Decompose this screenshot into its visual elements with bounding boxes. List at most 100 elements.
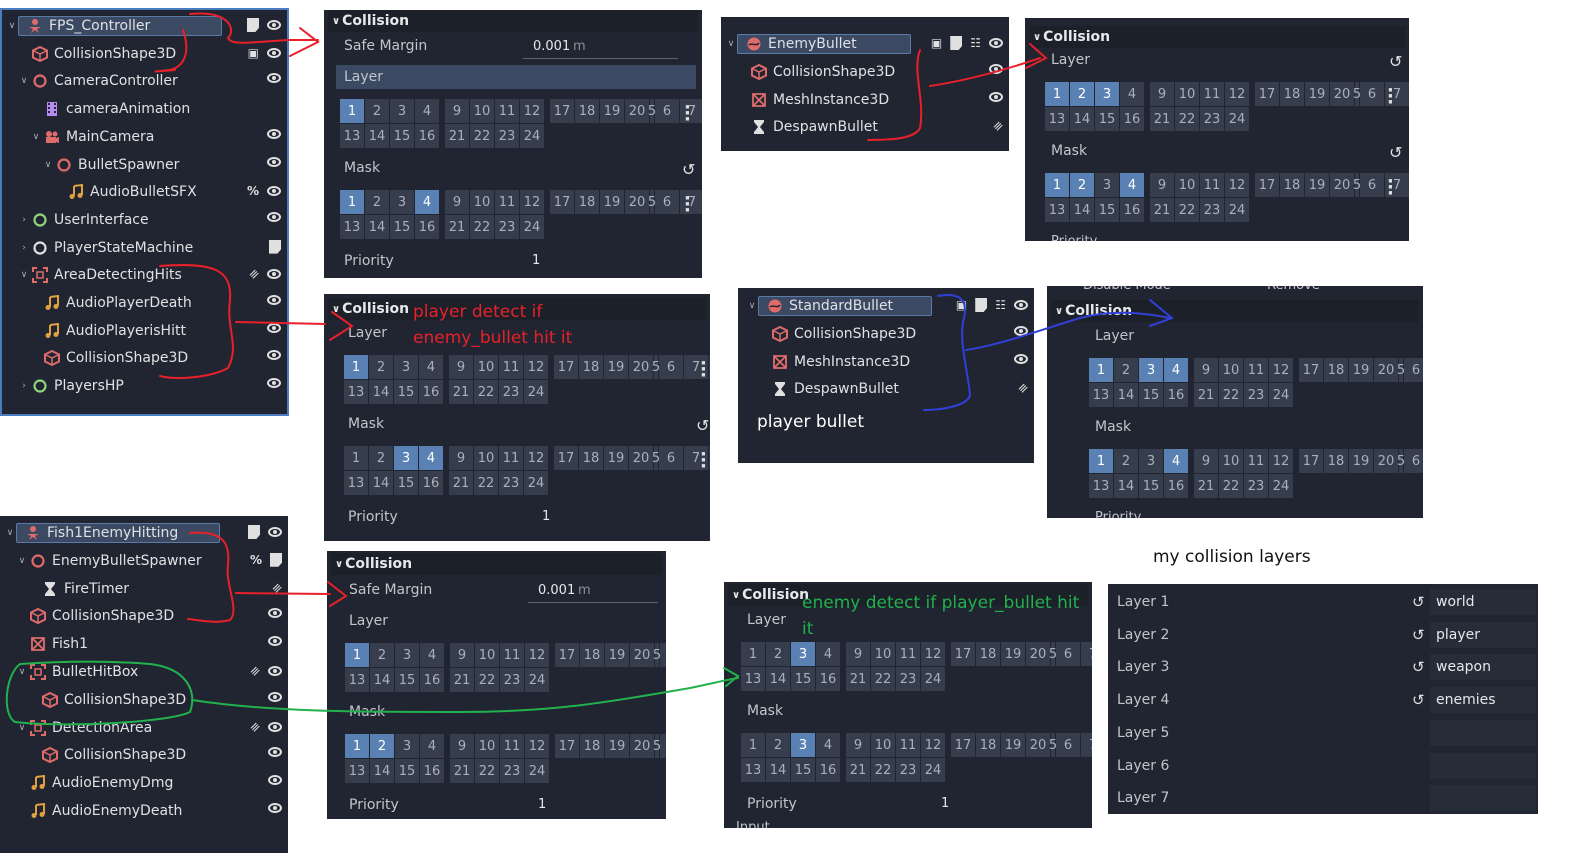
layer-bit-4[interactable]: 4 (1164, 358, 1188, 382)
layer-bit-2[interactable]: 2 (370, 643, 394, 667)
layer-bit-3[interactable]: 3 (394, 355, 418, 379)
pin-icon[interactable]: ▣ (248, 46, 259, 60)
layer-bit-10[interactable]: 10 (470, 190, 494, 214)
more-options-icon[interactable]: · · · (700, 355, 707, 385)
layer-bit-15[interactable]: 15 (791, 667, 815, 691)
collision-section-header[interactable]: ∨ Collision (1029, 26, 1405, 48)
collapse-arrow-icon[interactable]: ∨ (335, 559, 343, 570)
layer-bit-4[interactable]: 4 (1164, 449, 1188, 473)
layer-bit-15[interactable]: 15 (791, 758, 815, 782)
layer-bit-9[interactable]: 9 (1150, 173, 1174, 197)
layer-bit-7[interactable]: 7 (1081, 733, 1092, 757)
layer-bit-11[interactable]: 11 (1200, 173, 1224, 197)
collision-section-header[interactable]: ∨ Collision (328, 10, 698, 32)
layer-bit-21[interactable]: 21 (1150, 198, 1174, 222)
layer-bit-18[interactable]: 18 (580, 734, 604, 758)
visibility-eye-icon[interactable] (268, 803, 282, 813)
layer-bit-13[interactable]: 13 (1089, 474, 1113, 498)
more-options-icon[interactable]: · · · (684, 190, 691, 220)
expand-arrow-icon[interactable]: › (18, 243, 30, 253)
reset-icon[interactable]: ↺ (1389, 52, 1402, 71)
layer-bit-1[interactable]: 1 (1045, 173, 1069, 197)
layer-bit-5[interactable]: 5 (652, 446, 660, 470)
layer-bit-12[interactable]: 12 (524, 355, 548, 379)
visibility-eye-icon[interactable] (267, 20, 281, 30)
layer-bit-4[interactable]: 4 (816, 733, 840, 757)
visibility-eye-icon[interactable] (267, 211, 281, 222)
safe-margin-slider[interactable] (523, 58, 678, 59)
layer-bit-14[interactable]: 14 (766, 758, 790, 782)
layer-bit-2[interactable]: 2 (1114, 449, 1138, 473)
layer-bit-21[interactable]: 21 (445, 124, 469, 148)
layer-bit-13[interactable]: 13 (345, 668, 369, 692)
layer-bit-16[interactable]: 16 (415, 215, 439, 239)
layer-bit-22[interactable]: 22 (470, 215, 494, 239)
layer-bit-18[interactable]: 18 (575, 190, 599, 214)
layer-bit-6[interactable]: 6 (660, 643, 666, 667)
visibility-eye-icon[interactable] (267, 350, 281, 361)
layer-bit-9[interactable]: 9 (450, 734, 474, 758)
revert-icon[interactable]: ↺ (1412, 691, 1425, 709)
layer-bit-18[interactable]: 18 (1280, 82, 1304, 106)
layer-bit-2[interactable]: 2 (766, 733, 790, 757)
layer-bit-22[interactable]: 22 (1175, 107, 1199, 131)
layer-bit-15[interactable]: 15 (395, 668, 419, 692)
layer-bit-3[interactable]: 3 (1139, 358, 1163, 382)
expand-arrow-icon[interactable]: › (18, 215, 30, 225)
layer-bit-22[interactable]: 22 (474, 471, 498, 495)
layer-bit-15[interactable]: 15 (390, 215, 414, 239)
script-icon[interactable] (247, 18, 259, 32)
visibility-eye-icon[interactable] (989, 63, 1003, 74)
layer-name-field[interactable]: enemies (1430, 687, 1536, 714)
layer-bit-14[interactable]: 14 (369, 380, 393, 404)
layer-bit-10[interactable]: 10 (475, 734, 499, 758)
expand-arrow-icon[interactable]: › (18, 381, 30, 391)
layer-bit-6[interactable]: 6 (660, 734, 666, 758)
visibility-eye-icon[interactable] (268, 721, 282, 732)
layer-bit-10[interactable]: 10 (1219, 449, 1243, 473)
layer-bit-3[interactable]: 3 (791, 642, 815, 666)
tree-node[interactable]: CollisionShape3D (738, 321, 1034, 347)
expand-arrow-icon[interactable]: ∨ (6, 21, 18, 31)
signal-icon[interactable]: ≡ (268, 579, 285, 596)
tree-node[interactable]: CollisionShape3D (721, 59, 1009, 85)
layer-bit-4[interactable]: 4 (415, 190, 439, 214)
layer-bit-16[interactable]: 16 (419, 471, 443, 495)
layer-bit-3[interactable]: 3 (390, 99, 414, 123)
layer-bit-21[interactable]: 21 (445, 215, 469, 239)
layer-bit-24[interactable]: 24 (524, 380, 548, 404)
expand-arrow-icon[interactable]: ∨ (746, 301, 758, 311)
layer-bit-16[interactable]: 16 (1120, 198, 1144, 222)
layer-bit-14[interactable]: 14 (1070, 198, 1094, 222)
tree-node[interactable]: AudioPlayerDeath (2, 290, 287, 316)
layer-bit-17[interactable]: 17 (1255, 173, 1279, 197)
tree-node[interactable]: MeshInstance3D (721, 87, 1009, 113)
layer-bit-6[interactable]: 6 (1056, 733, 1080, 757)
layer-bit-17[interactable]: 17 (554, 355, 578, 379)
layer-bit-5[interactable]: 5 (648, 190, 656, 214)
layer-bit-17[interactable]: 17 (951, 642, 975, 666)
layer-bit-13[interactable]: 13 (340, 124, 364, 148)
layer-bit-23[interactable]: 23 (495, 124, 519, 148)
layer-bit-14[interactable]: 14 (365, 215, 389, 239)
layer-bit-21[interactable]: 21 (449, 380, 473, 404)
layer-bit-13[interactable]: 13 (344, 471, 368, 495)
tree-node[interactable]: CollisionShape3D (0, 687, 288, 713)
layer-bit-1[interactable]: 1 (340, 99, 364, 123)
layer-bit-23[interactable]: 23 (495, 215, 519, 239)
layer-bit-3[interactable]: 3 (395, 643, 419, 667)
layer-bit-20[interactable]: 20 (625, 190, 649, 214)
layer-bit-13[interactable]: 13 (1045, 198, 1069, 222)
script-icon[interactable] (248, 525, 260, 539)
layer-bit-17[interactable]: 17 (555, 643, 579, 667)
layer-bit-19[interactable]: 19 (1001, 733, 1025, 757)
layer-bit-20[interactable]: 20 (629, 355, 653, 379)
layer-bit-6[interactable]: 6 (655, 99, 679, 123)
layer-name-field[interactable]: weapon (1430, 654, 1536, 681)
group-icon[interactable]: ☷ (970, 36, 981, 50)
tree-node[interactable]: AudioBulletSFX% (2, 179, 287, 205)
revert-icon[interactable]: ↺ (1412, 593, 1425, 611)
layer-bit-11[interactable]: 11 (1200, 82, 1224, 106)
signal-icon[interactable]: ≡ (246, 662, 263, 679)
layer-bit-23[interactable]: 23 (896, 667, 920, 691)
